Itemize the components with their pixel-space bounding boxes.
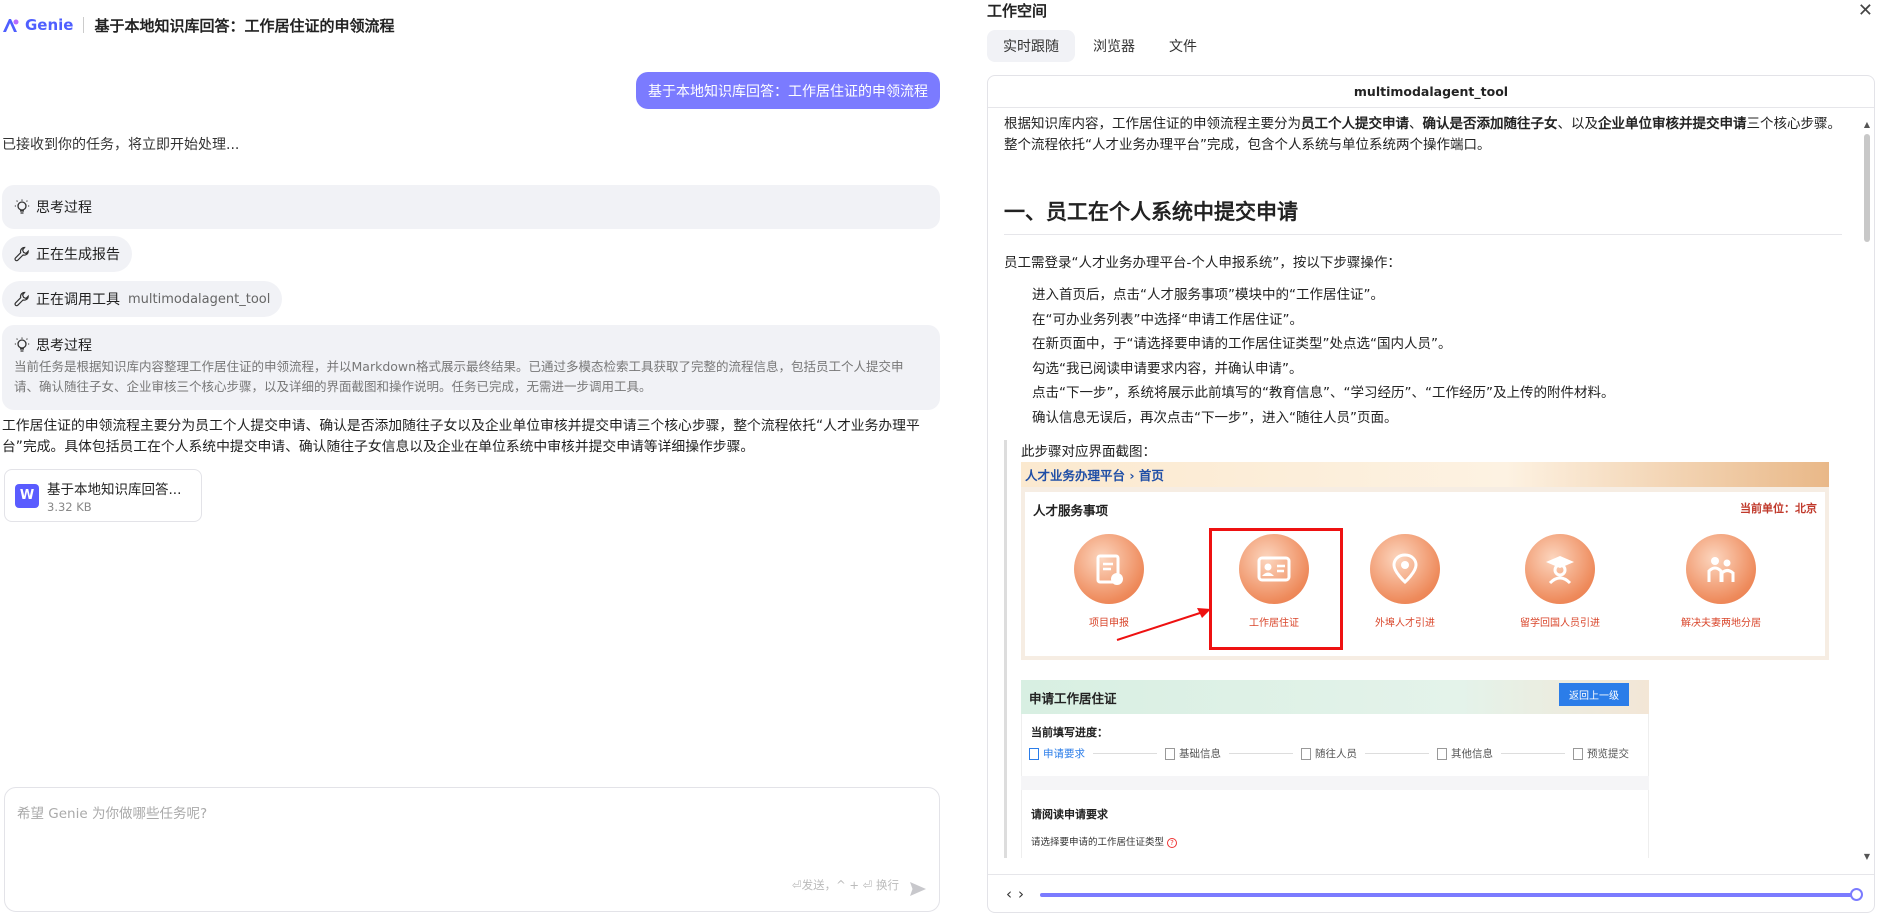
section-lead: 员工需登录“人才业务办理平台-个人申报系统”，按以下步骤操作： [1004,255,1401,271]
wrench-icon [14,291,29,307]
wrench-icon [14,246,29,262]
workspace-tabs: 实时跟随 浏览器 文件 [987,30,1215,62]
shot2-back-button: 返回上一级 [1559,683,1629,706]
ack-message: 已接收到你的任务，将立即开始处理... [2,137,240,153]
shot2-progress-steps: 申请要求 基础信息 随往人员 其他信息 预览提交 [1029,746,1629,761]
tab-live-follow[interactable]: 实时跟随 [987,30,1075,62]
screenshot-apply-form: 申请工作居住证 返回上一级 当前填写进度： 申请要求 基础信息 随往人员 其他信… [1021,680,1649,858]
chat-header: Genie 基于本地知识库回答：工作居住证的申领流程 [2,12,395,38]
chat-input[interactable] [5,788,939,868]
input-hint: ⏎发送，^ + ⏎ 换行 [791,878,899,892]
shot2-title: 申请工作居住证 [1021,680,1649,714]
file-name: 基于本地知识库回答... [47,481,182,498]
thinking-label: 思考过程 [36,338,92,354]
status-calling-tool: 正在调用工具 multimodalagent_tool [2,281,283,317]
status-tool-label: 正在调用工具 [36,292,120,308]
document-icon [1573,747,1583,760]
lightbulb-icon [14,199,30,214]
conversation-title: 基于本地知识库回答：工作居住证的申领流程 [94,16,395,35]
thinking-block-collapsed[interactable]: 思考过程 [2,185,940,229]
tab-files[interactable]: 文件 [1153,30,1213,62]
history-nav: ‹› [1006,885,1030,903]
section-heading: 一、员工在个人系统中提交申请 [1004,196,1842,235]
workspace-panel: 工作空间 ✕ 实时跟随 浏览器 文件 multimodalagent_tool … [987,0,1877,918]
status-tool-name: multimodalagent_tool [128,291,271,307]
word-file-icon: W [15,483,39,508]
chat-input-box: ⏎发送，^ + ⏎ 换行 [4,787,940,912]
list-item: 点击“下一步”，系统将展示此前填写的“教育信息”、“学习经历”、“工作经历”及上… [1032,385,1615,401]
service-external-talent: 外埠人才引进 [1345,534,1465,629]
thinking-block-expanded[interactable]: 思考过程 当前任务是根据知识库内容整理工作居住证的申领流程，并以Markdown… [2,325,940,410]
list-item: 在新页面中，于“请选择要申请的工作居住证类型”处点选“国内人员”。 [1032,336,1452,352]
genie-logo-icon [3,19,19,32]
red-arrow-icon [1116,608,1211,641]
shot1-card: 人才服务事项 当前单位：北京 项目申报 工作居住证 外埠人才引进 留学回国人员引… [1025,492,1825,656]
close-icon[interactable]: ✕ [1858,0,1873,21]
screenshot-quote: 此步骤对应界面截图： 人才业务办理平台 › 首页 人才服务事项 当前单位：北京 … [1004,440,1842,858]
shot2-type-label: 请选择要申请的工作居住证类型? [1031,834,1178,848]
send-icon[interactable] [909,881,927,897]
scrollbar-thumb[interactable] [1864,134,1870,242]
user-message: 基于本地知识库回答：工作居住证的申领流程 [636,72,940,109]
highlight-box [1209,528,1343,650]
graduate-icon [1546,556,1574,585]
vertical-scrollbar[interactable] [1862,116,1872,266]
progress-step: 预览提交 [1573,746,1629,761]
shot2-divider [1021,776,1649,790]
shot1-card-title: 人才服务事项 [1033,503,1109,518]
list-item: 进入首页后，点击“人才服务事项”模块中的“工作居住证”。 [1032,287,1384,303]
tool-output-viewer: multimodalagent_tool 根据知识库内容，工作居住证的申领流程主… [987,75,1875,913]
intro-paragraph: 根据知识库内容，工作居住证的申领流程主要分为员工个人提交申请、确认是否添加随往子… [1004,116,1841,153]
chevron-right-icon[interactable]: › [1018,885,1030,903]
viewer-content: 根据知识库内容，工作居住证的申领流程主要分为员工个人提交申请、确认是否添加随往子… [988,108,1858,858]
tab-browser[interactable]: 浏览器 [1077,30,1151,62]
viewer-title: multimodalagent_tool [988,76,1874,108]
screenshot-service-home: 人才业务办理平台 › 首页 人才服务事项 当前单位：北京 项目申报 工作居住证 [1021,462,1829,660]
result-file-card[interactable]: W 基于本地知识库回答... 3.32 KB [4,469,202,522]
list-item: 勾选“我已阅读申请要求内容，并确认申请”。 [1032,360,1303,377]
screenshot-caption: 此步骤对应界面截图： [1021,444,1156,460]
document-icon [1029,747,1039,760]
timeline-slider-knob[interactable] [1850,888,1863,901]
viewer-footer: ‹› [988,874,1874,912]
location-pin-icon [1392,553,1418,585]
document-icon [1437,747,1447,760]
step-list: 进入首页后，点击“人才服务事项”模块中的“工作居住证”。 在“可办业务列表”中选… [1004,283,1842,430]
timeline-slider[interactable] [1040,893,1856,897]
thinking-body: 当前任务是根据知识库内容整理工作居住证的申领流程，并以Markdown格式展示最… [14,359,904,394]
progress-step: 申请要求 [1029,746,1085,761]
shot1-breadcrumb: 人才业务办理平台 › 首页 [1021,462,1829,487]
lightbulb-icon [14,337,30,352]
genie-logo[interactable]: Genie [2,16,73,34]
user-icon [1301,747,1311,760]
clipboard-icon [1096,554,1123,585]
shot2-progress-label: 当前填写进度： [1031,726,1108,739]
family-icon [1707,557,1735,582]
status-generating-label: 正在生成报告 [36,247,120,263]
list-item: 确认信息无误后，再次点击“下一步”，进入“随往人员”页面。 [1032,409,1398,426]
list-item: 在“可办业务列表”中选择“申请工作居住证”。 [1032,311,1303,328]
assistant-answer: 工作居住证的申领流程主要分为员工个人提交申请、确认是否添加随往子女以及企业单位审… [2,418,920,455]
service-spouse-reunion: 解决夫妻两地分居 [1661,534,1781,629]
question-icon: ? [1167,838,1178,848]
chat-panel: Genie 基于本地知识库回答：工作居住证的申领流程 基于本地知识库回答：工作居… [0,0,945,918]
chevron-left-icon[interactable]: ‹ [1006,885,1018,903]
header-divider [83,17,85,33]
thinking-label: 思考过程 [36,200,92,216]
workspace-title: 工作空间 [987,2,1048,20]
progress-step: 随往人员 [1301,746,1357,761]
shot2-read-label: 请阅读申请要求 [1031,808,1108,821]
service-returnee-talent: 留学回国人员引进 [1500,534,1620,629]
progress-step: 其他信息 [1437,746,1493,761]
app-name: Genie [25,16,74,34]
progress-step: 基础信息 [1165,746,1221,761]
document-icon [1165,747,1175,760]
file-size: 3.32 KB [47,499,92,514]
scroll-down-icon[interactable]: ▼ [1864,852,1870,861]
shot1-unit-label: 当前单位：北京 [1740,502,1817,515]
status-generating-report: 正在生成报告 [2,236,132,272]
